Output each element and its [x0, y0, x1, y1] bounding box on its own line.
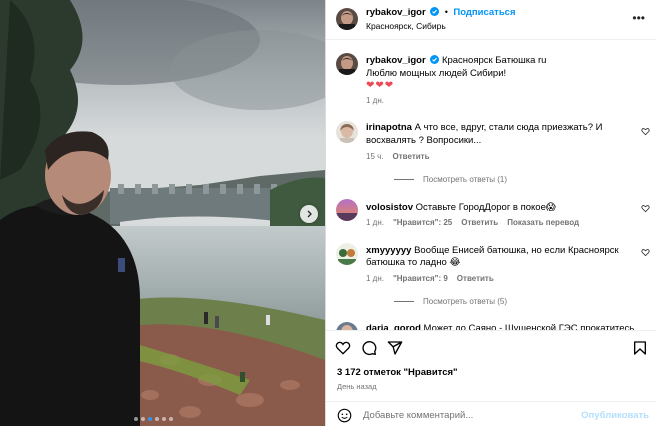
- publish-button[interactable]: Опубликовать: [581, 410, 649, 421]
- carousel-dot: [169, 417, 173, 421]
- add-comment-bar: Опубликовать: [326, 401, 656, 426]
- comment-author[interactable]: xmyyyyyy: [366, 245, 411, 256]
- author-username[interactable]: rybakov_igor: [366, 7, 426, 18]
- view-replies-button[interactable]: Посмотреть ответы (1): [394, 175, 507, 184]
- carousel-dot: [134, 417, 138, 421]
- comment-author[interactable]: irinapotna: [366, 122, 412, 133]
- author-avatar[interactable]: [336, 8, 358, 30]
- view-replies-label[interactable]: Посмотреть ответы (5): [423, 297, 507, 306]
- comment-like-heart-icon[interactable]: [641, 248, 650, 257]
- caption-author[interactable]: rybakov_igor: [366, 55, 426, 66]
- replies-divider: [394, 301, 414, 302]
- comment-meta: 1 дн. "Нравится": 25 Ответить Показать п…: [366, 218, 579, 227]
- caption-meta: 1 дн.: [366, 96, 384, 105]
- comment-time[interactable]: 1 дн.: [366, 218, 384, 227]
- comment-input[interactable]: [363, 408, 583, 423]
- caption: rybakov_igor Красноярск Батюшка ru: [366, 54, 546, 67]
- carousel-indicator: [134, 417, 173, 421]
- show-translation-button[interactable]: Показать перевод: [507, 218, 579, 227]
- more-options-icon[interactable]: •••: [632, 12, 645, 24]
- comment-likes-count[interactable]: "Нравится": 25: [393, 218, 452, 227]
- verified-badge-icon: [430, 7, 440, 16]
- comment-time[interactable]: 15 ч.: [366, 152, 384, 161]
- post-location[interactable]: Красноярск, Сибирь: [366, 21, 446, 31]
- comment-meta: 1 дн. "Нравится": 9 Ответить: [366, 274, 494, 283]
- carousel-dot: [155, 417, 159, 421]
- comment-like-heart-icon[interactable]: [641, 204, 650, 213]
- caption-time[interactable]: 1 дн.: [366, 96, 384, 105]
- comment-line-1: Вообще Енисей батюшка, но если Красноярс…: [414, 245, 619, 256]
- likes-count[interactable]: 3 172 отметок "Нравится": [337, 367, 458, 378]
- reply-button[interactable]: Ответить: [457, 274, 494, 283]
- carousel-dot-active: [148, 417, 152, 421]
- post-header: rybakov_igor • Подписаться Красноярск, С…: [326, 0, 656, 40]
- bookmark-icon[interactable]: [632, 340, 648, 356]
- chevron-right-icon: [307, 210, 312, 218]
- replies-divider: [394, 179, 414, 180]
- heart-icon[interactable]: [335, 340, 351, 356]
- comment-body: volosistov Оставьте ГородДорог в покое😱: [366, 201, 556, 214]
- separator-dot: •: [444, 7, 448, 17]
- view-replies-button[interactable]: Посмотреть ответы (5): [394, 297, 507, 306]
- carousel-dot: [141, 417, 145, 421]
- comment-line-1: А что все, вдруг, стали сюда приезжать? …: [414, 122, 603, 133]
- caption-line-1: Красноярск Батюшка ru: [441, 55, 547, 66]
- carousel-dot: [162, 417, 166, 421]
- post-date[interactable]: День назад: [337, 382, 377, 391]
- comment-avatar[interactable]: [336, 199, 358, 221]
- photo-scene: [0, 0, 325, 426]
- post-photo[interactable]: [0, 0, 325, 426]
- comment-time[interactable]: 1 дн.: [366, 274, 384, 283]
- instagram-post-view: rybakov_igor • Подписаться Красноярск, С…: [0, 0, 656, 426]
- reply-button[interactable]: Ответить: [461, 218, 498, 227]
- view-replies-label[interactable]: Посмотреть ответы (1): [423, 175, 507, 184]
- verified-badge-icon: [430, 55, 440, 64]
- carousel-next-button[interactable]: [300, 205, 318, 223]
- post-actions-footer: 3 172 отметок "Нравится" День назад Опуб…: [326, 330, 656, 426]
- comment-line-1: Оставьте ГородДорог в покое😱: [415, 202, 556, 213]
- comment-icon[interactable]: [361, 340, 377, 356]
- comment-meta: 15 ч. Ответить: [366, 152, 429, 161]
- caption-avatar[interactable]: [336, 53, 358, 75]
- comment-avatar[interactable]: [336, 243, 358, 265]
- reply-button[interactable]: Ответить: [393, 152, 430, 161]
- comment-likes-count[interactable]: "Нравится": 9: [393, 274, 448, 283]
- comment-line-2: восхвалять ? Вопросики...: [366, 135, 482, 146]
- post-side-panel: rybakov_igor • Подписаться Красноярск, С…: [325, 0, 656, 426]
- comment-line-2: батюшка то ладно 😂: [366, 257, 461, 268]
- emoji-icon[interactable]: [337, 408, 352, 423]
- comment-avatar[interactable]: [336, 121, 358, 143]
- comment-author[interactable]: volosistov: [366, 202, 413, 213]
- caption-hearts: ❤❤❤: [366, 80, 395, 91]
- comment-like-heart-icon[interactable]: [641, 127, 650, 136]
- follow-button[interactable]: Подписаться: [453, 7, 515, 18]
- comment-body: irinapotna А что все, вдруг, стали сюда …: [366, 121, 602, 134]
- share-icon[interactable]: [387, 340, 403, 356]
